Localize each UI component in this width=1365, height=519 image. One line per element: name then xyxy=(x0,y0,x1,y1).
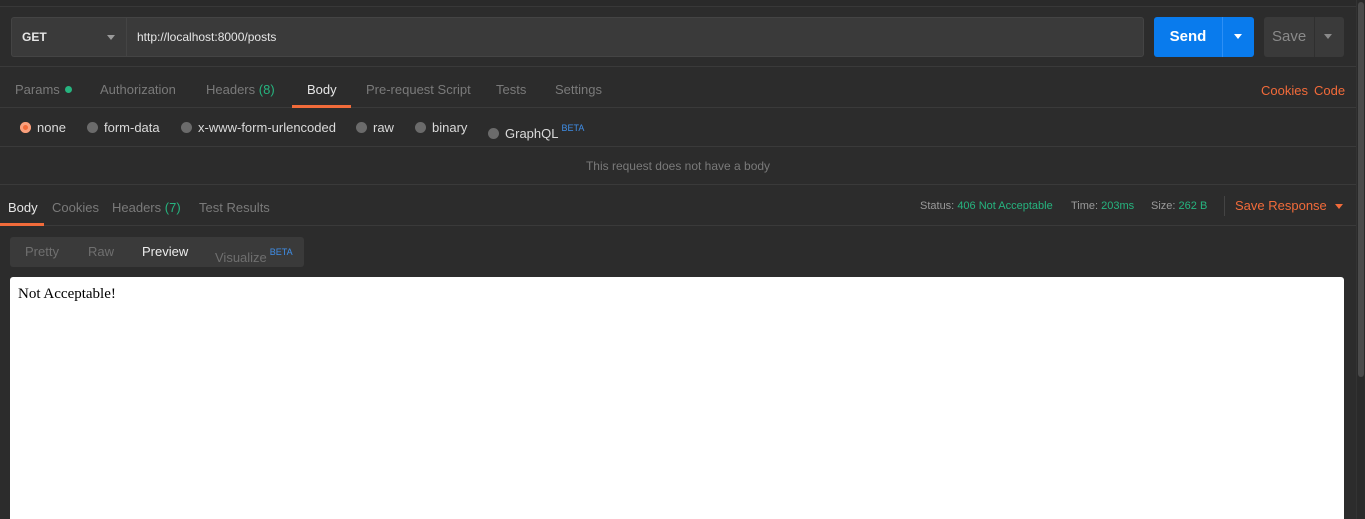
method-dropdown[interactable]: GET xyxy=(11,17,126,57)
method-label: GET xyxy=(22,30,47,44)
response-preview-pane: Not Acceptable! xyxy=(10,277,1344,519)
save-options-chevron-icon[interactable] xyxy=(1324,34,1332,39)
tab-tests[interactable]: Tests xyxy=(496,68,526,108)
response-tabs: Body Cookies Headers (7) Test Results St… xyxy=(0,186,1356,226)
response-tab-headers-label: Headers xyxy=(112,200,162,215)
view-mode-raw[interactable]: Raw xyxy=(88,237,114,267)
send-options-chevron-icon[interactable] xyxy=(1234,34,1242,39)
radio-unchecked-icon xyxy=(415,122,426,133)
tab-body-label: Body xyxy=(307,82,337,97)
tab-headers-count: (8) xyxy=(258,82,275,97)
send-button-label: Send xyxy=(1169,28,1207,45)
top-strip xyxy=(0,0,1356,7)
time-value[interactable]: 203ms xyxy=(1101,200,1134,212)
send-button-divider xyxy=(1222,17,1223,57)
meta-divider xyxy=(1224,196,1225,216)
radio-graphql[interactable]: GraphQL BETA xyxy=(488,109,584,147)
response-tab-test-results[interactable]: Test Results xyxy=(199,186,270,226)
radio-form-data-label: form-data xyxy=(104,120,160,135)
radio-unchecked-icon xyxy=(87,122,98,133)
url-input[interactable] xyxy=(126,17,1144,57)
request-url-bar: GET Send Save xyxy=(0,7,1356,67)
tab-params[interactable]: Params xyxy=(15,68,72,108)
postman-app: GET Send Save Params Authorization Heade… xyxy=(0,0,1365,519)
response-tab-cookies-label: Cookies xyxy=(52,200,99,215)
save-response-label: Save Response xyxy=(1235,198,1327,213)
time-label: Time: xyxy=(1071,200,1099,212)
preview-content-text: Not Acceptable! xyxy=(18,286,116,302)
graphql-beta-badge: BETA xyxy=(561,123,585,133)
response-time: Time: 203ms xyxy=(1071,186,1134,226)
tab-headers[interactable]: Headers (8) xyxy=(206,68,275,108)
response-tab-headers-count: (7) xyxy=(164,200,181,215)
view-mode-visualize-label: Visualize xyxy=(215,250,267,265)
tab-tests-label: Tests xyxy=(496,82,527,97)
tab-authorization-label: Authorization xyxy=(100,82,176,97)
scrollbar-thumb[interactable] xyxy=(1358,2,1364,377)
visualize-beta-badge: BETA xyxy=(269,247,293,257)
chevron-down-icon xyxy=(107,35,115,40)
response-size: Size: 262 B xyxy=(1151,186,1207,226)
chevron-down-icon xyxy=(1334,204,1343,209)
tab-authorization[interactable]: Authorization xyxy=(100,68,176,108)
code-link[interactable]: Code xyxy=(1314,68,1345,114)
radio-urlencoded[interactable]: x-www-form-urlencoded xyxy=(181,109,336,147)
save-button-divider xyxy=(1314,17,1315,57)
view-mode-preview[interactable]: Preview xyxy=(142,237,188,267)
radio-graphql-label: GraphQL xyxy=(505,126,559,141)
radio-none[interactable]: none xyxy=(20,109,66,147)
no-body-message: This request does not have a body xyxy=(0,148,1356,185)
tab-params-label: Params xyxy=(15,82,60,97)
vertical-scrollbar[interactable] xyxy=(1356,0,1365,519)
active-tab-indicator xyxy=(292,105,351,108)
size-label: Size: xyxy=(1151,200,1176,212)
tab-body[interactable]: Body xyxy=(307,68,337,108)
radio-form-data[interactable]: form-data xyxy=(87,109,160,147)
response-tab-test-results-label: Test Results xyxy=(199,200,270,215)
status-value[interactable]: 406 Not Acceptable xyxy=(957,200,1052,212)
response-tab-body[interactable]: Body xyxy=(8,186,38,226)
view-mode-visualize[interactable]: Visualize BETA xyxy=(215,237,293,267)
request-tabs: Params Authorization Headers (8) Body Pr… xyxy=(0,68,1356,108)
response-tab-body-label: Body xyxy=(8,200,38,215)
radio-none-label: none xyxy=(37,120,66,135)
tab-pre-request-script[interactable]: Pre-request Script xyxy=(366,68,471,108)
status-label: Status: xyxy=(920,200,955,212)
radio-raw[interactable]: raw xyxy=(356,109,394,147)
tab-settings-label: Settings xyxy=(555,82,602,97)
params-indicator-dot-icon xyxy=(64,86,72,93)
cookies-link[interactable]: Cookies xyxy=(1261,68,1308,114)
response-tab-cookies[interactable]: Cookies xyxy=(52,186,99,226)
radio-binary-label: binary xyxy=(432,120,468,135)
body-type-selector: none form-data x-www-form-urlencoded raw… xyxy=(0,109,1356,147)
tab-settings[interactable]: Settings xyxy=(555,68,602,108)
radio-unchecked-icon xyxy=(488,128,499,139)
radio-raw-label: raw xyxy=(373,120,394,135)
view-mode-pretty[interactable]: Pretty xyxy=(25,237,59,267)
tab-headers-label: Headers xyxy=(206,82,256,97)
radio-unchecked-icon xyxy=(181,122,192,133)
response-view-mode-selector: Pretty Raw Preview Visualize BETA xyxy=(10,237,304,267)
size-value[interactable]: 262 B xyxy=(1179,200,1208,212)
response-active-tab-indicator xyxy=(0,223,44,226)
radio-checked-icon xyxy=(20,122,31,133)
send-button[interactable]: Send xyxy=(1154,17,1254,57)
tab-pre-request-script-label: Pre-request Script xyxy=(366,82,471,97)
radio-unchecked-icon xyxy=(356,122,367,133)
save-response-button[interactable]: Save Response xyxy=(1235,186,1343,226)
save-button[interactable]: Save xyxy=(1264,17,1344,57)
response-status: Status: 406 Not Acceptable xyxy=(920,186,1053,226)
radio-urlencoded-label: x-www-form-urlencoded xyxy=(198,120,336,135)
radio-binary[interactable]: binary xyxy=(415,109,467,147)
response-tab-headers[interactable]: Headers (7) xyxy=(112,186,181,226)
save-button-label: Save xyxy=(1272,28,1307,45)
